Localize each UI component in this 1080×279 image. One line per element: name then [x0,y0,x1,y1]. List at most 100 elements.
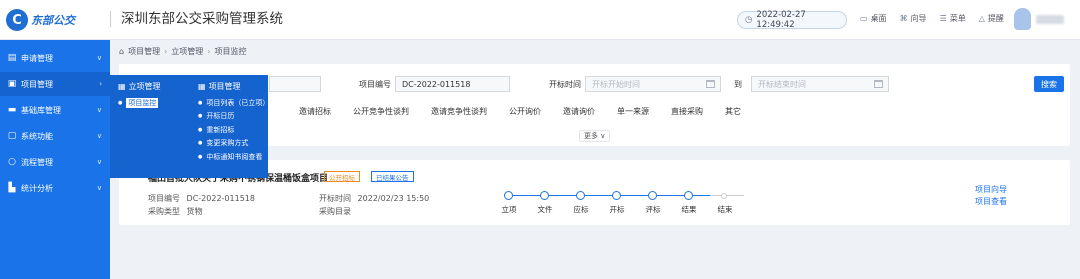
logo-mark: C [6,9,28,31]
open-start-input[interactable]: 开标开始时间 [585,76,721,92]
open-end-placeholder: 开标结束时间 [758,79,806,89]
project-icon: ▣ [7,79,17,89]
search-button[interactable]: 搜索 [1034,76,1064,92]
bullet-icon: ● [198,126,203,133]
breadcrumb-separator: › [207,47,211,56]
nav-menu-label: 菜单 [949,14,966,23]
sidebar-item-flow[interactable]: ○ 流程管理 ∨ [0,150,110,174]
filter-other[interactable]: 其它 [725,106,741,117]
to-label: 到 [734,80,742,89]
filter-invite-inquiry[interactable]: 邀请询价 [563,106,595,117]
bullet-icon: ● [198,113,203,120]
sidebar-item-label: 流程管理 [21,157,53,167]
sidebar-item-apply[interactable]: ▤ 申请管理 ∨ [0,46,110,70]
user-name-blurred [1036,14,1064,24]
logo[interactable]: C 东部公交 [6,9,96,31]
hidden-field[interactable] [269,76,321,92]
project-no-input[interactable]: DC-2022-011518 [395,76,510,92]
timeline-label: 评标 [645,205,661,214]
filter-invite-negotiation[interactable]: 邀请竞争性谈判 [431,106,487,117]
project-progress-timeline: 立项 文件 应标 开标 评标 结果 结束 [501,188,754,218]
status-tag: 已结果公告 [371,171,414,182]
submenu-item-label: 开标日历 [206,112,235,121]
breadcrumb-separator: › [164,47,168,56]
timeline-node [576,191,585,200]
procurement-type-filters: 邀请招标 公开竞争性谈判 邀请竞争性谈判 公开询价 邀请询价 单一来源 直接采购… [299,106,741,117]
project-view-link[interactable]: 项目查看 [975,196,1007,207]
breadcrumb-item: 项目监控 [214,47,247,56]
chevron-down-icon: ∨ [96,184,102,192]
sidebar-item-system[interactable]: ▢ 系统功能 ∨ [0,124,110,148]
timeline-label: 立项 [501,205,517,214]
datetime-display: ◷ 2022-02-27 12:49:42 [737,10,847,30]
project-submenu-flyout: ▦ 立项管理 ● 项目监控 ▦ 项目管理 ● 项目列表（已立项） ● 开标日历 … [110,75,269,178]
timeline-node-pending [721,192,727,199]
chevron-down-icon: ∨ [96,54,102,62]
sidebar-item-project[interactable]: ▣ 项目管理 › [0,72,110,96]
project-guide-link[interactable]: 项目向导 [975,184,1007,195]
catalog-label: 采购目录 [319,207,351,216]
clock-icon: ◷ [745,15,753,25]
sidebar-item-stats[interactable]: ▙ 统计分析 ∨ [0,176,110,200]
filter-open-inquiry[interactable]: 公开询价 [509,106,541,117]
project-no-label: 项目编号 [148,194,180,203]
filter-single-source[interactable]: 单一来源 [617,106,649,117]
menu-icon: ☰ [939,14,947,23]
logo-text: 东部公交 [31,14,75,27]
user-menu[interactable] [1014,8,1064,30]
submenu-item-label: 变更采购方式 [206,139,249,148]
open-end-input[interactable]: 开标结束时间 [751,76,889,92]
nav-guide[interactable]: ⌘ 向导 [900,13,927,24]
project-type-row: 采购类型 货物 [148,206,203,217]
timeline-label: 结束 [717,205,733,214]
filter-invite-bid[interactable]: 邀请招标 [299,106,331,117]
submenu-item-rebid[interactable]: ● 重新招标 [198,123,269,137]
timeline-label: 应标 [573,205,589,214]
open-time-label: 开标时间 [549,80,581,89]
submenu-item-label: 重新招标 [206,125,235,134]
home-icon[interactable]: ⌂ [119,47,124,56]
submenu-heading: ▦ 项目管理 [198,81,269,92]
nav-guide-label: 向导 [910,14,927,23]
nav-desktop[interactable]: ▭ 桌面 [860,13,887,24]
submenu-heading-label: 项目管理 [208,82,241,91]
timeline-node [684,191,693,200]
sidebar: ▤ 申请管理 ∨ ▣ 项目管理 › ▬ 基础库管理 ∨ ▢ 系统功能 ∨ ○ 流… [0,40,110,279]
filter-direct-purchase[interactable]: 直接采购 [671,106,703,117]
nav-alert[interactable]: △ 提醒 [979,13,1004,24]
more-filters-button[interactable]: 更多 ∨ [579,130,611,142]
database-icon: ▬ [7,105,17,115]
filter-open-negotiation[interactable]: 公开竞争性谈判 [353,106,409,117]
chevron-down-icon: ∨ [96,106,102,114]
timeline-label: 结果 [681,205,697,214]
nav-menu[interactable]: ☰ 菜单 [940,13,966,24]
open-start-placeholder: 开标开始时间 [592,79,640,89]
timeline-label: 开标 [609,205,625,214]
nav-alert-label: 提醒 [987,14,1004,23]
submenu-item-project-list[interactable]: ● 项目列表（已立项） [198,96,269,110]
submenu-item-label: 项目监控 [126,97,159,108]
breadcrumb-item[interactable]: 立项管理 [171,46,203,57]
submenu-heading-label: 立项管理 [128,82,161,91]
submenu-item-bid-calendar[interactable]: ● 开标日历 [198,110,269,124]
sidebar-item-label: 基础库管理 [21,105,61,115]
timeline-node [648,191,657,200]
sidebar-item-database[interactable]: ▬ 基础库管理 ∨ [0,98,110,122]
datetime-text: 2022-02-27 12:49:42 [756,10,806,30]
sidebar-item-label: 统计分析 [21,183,53,193]
header-nav: ▭ 桌面 ⌘ 向导 ☰ 菜单 △ 提醒 [860,13,1004,24]
nav-desktop-label: 桌面 [870,14,887,23]
submenu-item-award-notice[interactable]: ● 中标通知书阅查看 [198,150,269,164]
breadcrumb-item[interactable]: 项目管理 [128,46,160,57]
project-type-value: 货物 [186,207,203,216]
submenu-item-monitor[interactable]: ● 项目监控 [118,96,161,110]
timeline-label: 文件 [537,205,553,214]
bullet-icon: ● [198,153,203,160]
calendar-icon [874,80,883,88]
breadcrumb: ⌂ 项目管理 › 立项管理 › 项目监控 [119,46,246,57]
method-tag: 公开招标 [324,171,360,182]
sidebar-item-label: 系统功能 [21,131,53,141]
open-time-label: 开标时间 [319,194,351,203]
guide-icon: ⌘ [899,14,908,23]
submenu-item-change-method[interactable]: ● 变更采购方式 [198,137,269,151]
